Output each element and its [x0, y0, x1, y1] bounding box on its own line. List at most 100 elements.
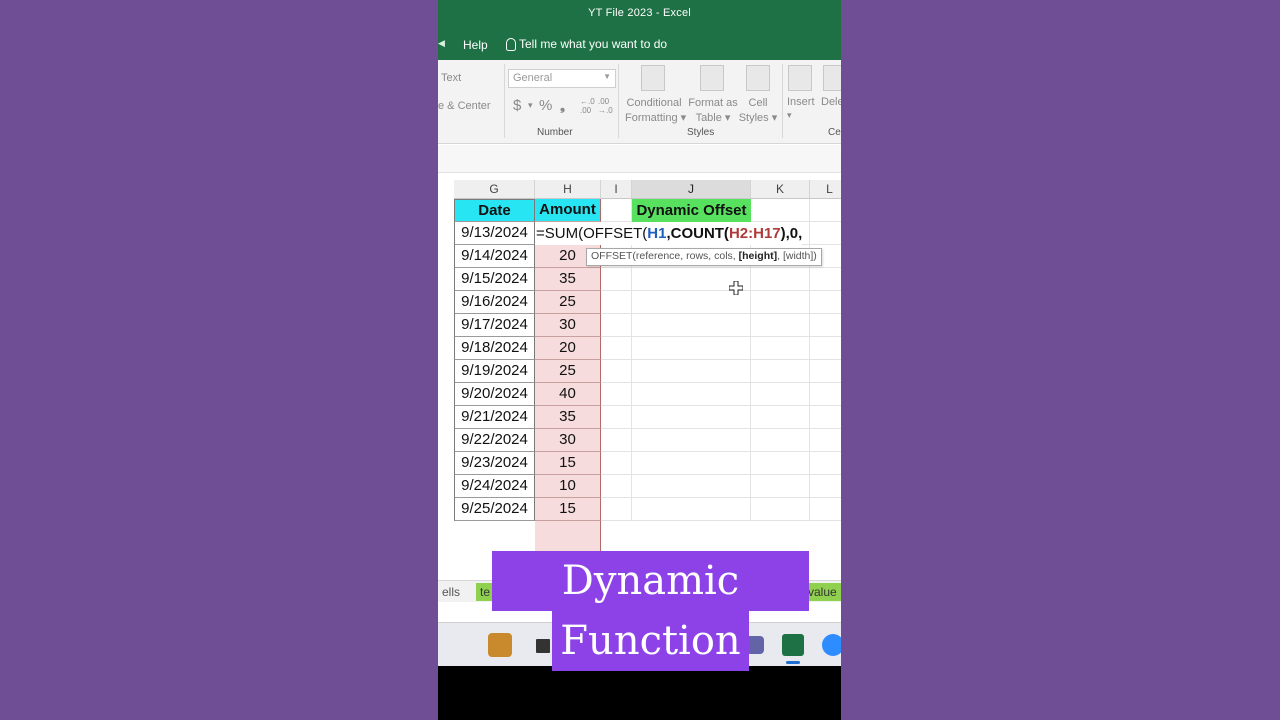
column-header-j[interactable]: J	[632, 180, 751, 199]
cell[interactable]	[601, 360, 632, 383]
sheet-tab[interactable]: value	[804, 583, 841, 601]
amount-cell[interactable]: 15	[535, 452, 601, 475]
worksheet-grid[interactable]: G H I J K L Date Amount Dynamic Offset 9…	[438, 180, 841, 561]
cell[interactable]	[810, 383, 841, 406]
date-cell[interactable]: 9/22/2024	[454, 429, 535, 452]
cell[interactable]	[810, 337, 841, 360]
briefcase-icon[interactable]	[488, 633, 512, 657]
zoom-icon[interactable]	[822, 634, 841, 656]
cell[interactable]	[601, 429, 632, 452]
amount-cell[interactable]: 35	[535, 406, 601, 429]
date-cell[interactable]: 9/24/2024	[454, 475, 535, 498]
date-cell[interactable]: 9/19/2024	[454, 360, 535, 383]
cell-styles-button[interactable]: Cell Styles ▾	[738, 96, 778, 126]
cell[interactable]	[810, 222, 841, 245]
conditional-formatting-button[interactable]: Conditional Formatting ▾	[625, 96, 686, 126]
cell[interactable]	[601, 268, 632, 291]
delete-button[interactable]: Dele	[821, 96, 841, 108]
amount-cell[interactable]: 15	[535, 498, 601, 521]
comma-button[interactable]: ❟	[560, 98, 565, 114]
cell[interactable]	[632, 452, 751, 475]
cell[interactable]	[632, 475, 751, 498]
date-cell[interactable]: 9/18/2024	[454, 337, 535, 360]
header-cell-amount[interactable]: Amount	[535, 199, 601, 222]
amount-cell[interactable]: 40	[535, 383, 601, 406]
cell[interactable]	[601, 406, 632, 429]
app-icon[interactable]	[536, 639, 550, 653]
column-header-h[interactable]: H	[535, 180, 601, 199]
cell[interactable]	[601, 452, 632, 475]
date-cell[interactable]: 9/15/2024	[454, 268, 535, 291]
cell[interactable]	[751, 337, 810, 360]
cell[interactable]	[751, 406, 810, 429]
wrap-text-button[interactable]: Text	[441, 72, 461, 84]
cell[interactable]	[810, 360, 841, 383]
cell[interactable]	[810, 406, 841, 429]
column-header-l[interactable]: L	[810, 180, 841, 199]
amount-cell[interactable]: 25	[535, 360, 601, 383]
column-header-i[interactable]: I	[601, 180, 632, 199]
cell[interactable]	[601, 383, 632, 406]
cell[interactable]	[751, 291, 810, 314]
amount-cell[interactable]: 30	[535, 314, 601, 337]
cell[interactable]	[810, 268, 841, 291]
date-cell[interactable]: 9/16/2024	[454, 291, 535, 314]
cell[interactable]	[751, 314, 810, 337]
column-header-k[interactable]: K	[751, 180, 810, 199]
cell[interactable]	[810, 291, 841, 314]
cell[interactable]	[751, 452, 810, 475]
cell[interactable]	[751, 268, 810, 291]
cell[interactable]	[632, 429, 751, 452]
column-header-g[interactable]: G	[454, 180, 535, 199]
amount-cell[interactable]: 30	[535, 429, 601, 452]
cell[interactable]	[751, 498, 810, 521]
excel-icon[interactable]	[782, 634, 804, 656]
cell[interactable]	[601, 475, 632, 498]
cell[interactable]	[751, 360, 810, 383]
cell[interactable]	[601, 337, 632, 360]
decrease-decimal-button[interactable]: .00 →.0	[598, 97, 613, 115]
tell-me-search[interactable]: Tell me what you want to do	[506, 37, 667, 51]
cell[interactable]	[632, 360, 751, 383]
formula-in-cell[interactable]: =SUM(OFFSET(H1,COUNT(H2:H17),0,	[535, 222, 803, 245]
cell[interactable]	[810, 498, 841, 521]
date-cell[interactable]: 9/23/2024	[454, 452, 535, 475]
cell[interactable]	[632, 383, 751, 406]
cell[interactable]	[810, 199, 841, 222]
cell[interactable]	[632, 337, 751, 360]
cell[interactable]	[751, 383, 810, 406]
date-cell[interactable]: 9/13/2024	[454, 222, 535, 245]
header-cell-dynamic-offset[interactable]: Dynamic Offset	[632, 199, 751, 222]
amount-cell[interactable]: 10	[535, 475, 601, 498]
sheet-tab[interactable]: ells	[438, 583, 464, 601]
cell[interactable]	[601, 291, 632, 314]
currency-button[interactable]: $	[513, 97, 521, 114]
percent-button[interactable]: %	[539, 97, 552, 114]
date-cell[interactable]: 9/14/2024	[454, 245, 535, 268]
amount-cell[interactable]: 25	[535, 291, 601, 314]
date-cell[interactable]: 9/25/2024	[454, 498, 535, 521]
cell[interactable]	[751, 475, 810, 498]
insert-button[interactable]: Insert	[787, 96, 815, 108]
header-cell-date[interactable]: Date	[454, 199, 535, 222]
date-cell[interactable]: 9/17/2024	[454, 314, 535, 337]
cell[interactable]	[751, 429, 810, 452]
cell[interactable]	[601, 314, 632, 337]
cell[interactable]	[810, 475, 841, 498]
date-cell[interactable]: 9/21/2024	[454, 406, 535, 429]
amount-cell[interactable]: 20	[535, 337, 601, 360]
date-cell[interactable]: 9/20/2024	[454, 383, 535, 406]
amount-cell[interactable]: 35	[535, 268, 601, 291]
cell[interactable]	[810, 429, 841, 452]
cell[interactable]	[632, 406, 751, 429]
merge-center-button[interactable]: e & Center	[438, 100, 491, 112]
cell[interactable]	[601, 199, 632, 222]
cell[interactable]	[751, 199, 810, 222]
cell[interactable]	[632, 498, 751, 521]
number-format-select[interactable]: General ▼	[508, 69, 616, 88]
format-as-table-button[interactable]: Format as Table ▾	[687, 96, 739, 126]
help-menu[interactable]: Help	[463, 38, 488, 52]
ribbon-scroll-left-icon[interactable]: ◀	[438, 38, 445, 49]
cell[interactable]	[810, 314, 841, 337]
cell[interactable]	[810, 452, 841, 475]
